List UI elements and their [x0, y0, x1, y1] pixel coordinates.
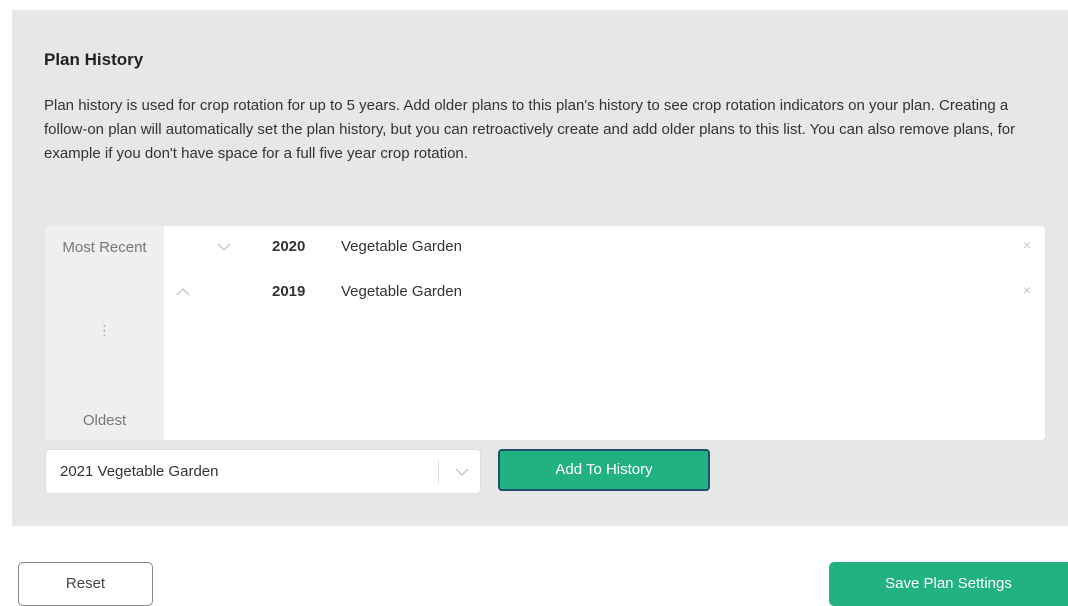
plan-year: 2020 [272, 238, 306, 255]
reset-button[interactable]: Reset [18, 562, 153, 606]
plan-select-value: 2021 Vegetable Garden [60, 463, 219, 480]
plan-select-dropdown[interactable]: 2021 Vegetable Garden [45, 449, 481, 494]
move-up-button[interactable] [172, 275, 194, 309]
most-recent-label: Most Recent [62, 239, 147, 256]
oldest-label: Oldest [82, 412, 127, 429]
dropdown-separator [438, 460, 439, 484]
close-icon[interactable]: × [1023, 237, 1031, 253]
section-title: Plan History [44, 50, 144, 69]
plan-history-panel: Plan History Plan history is used for cr… [12, 10, 1068, 526]
history-order-sidebar: Most Recent ⋮ Oldest [45, 226, 164, 440]
history-row: 2019 Vegetable Garden × [164, 275, 1045, 309]
plan-name: Vegetable Garden [341, 283, 462, 300]
section-description: Plan history is used for crop rotation f… [44, 97, 1016, 162]
chevron-up-icon [176, 288, 190, 296]
chevron-down-icon [217, 243, 231, 251]
chevron-down-icon[interactable] [447, 460, 477, 484]
history-row: 2020 Vegetable Garden × [164, 230, 1045, 264]
plan-name: Vegetable Garden [341, 238, 462, 255]
close-icon[interactable]: × [1023, 282, 1031, 298]
vertical-ellipsis-icon: ⋮ [97, 322, 112, 338]
add-to-history-button[interactable]: Add To History [498, 449, 710, 491]
save-plan-settings-button[interactable]: Save Plan Settings [829, 562, 1068, 606]
move-down-button[interactable] [213, 230, 235, 264]
plan-history-list: Most Recent ⋮ Oldest 2020 Vegetable Gard… [45, 226, 1045, 440]
plan-year: 2019 [272, 283, 306, 300]
